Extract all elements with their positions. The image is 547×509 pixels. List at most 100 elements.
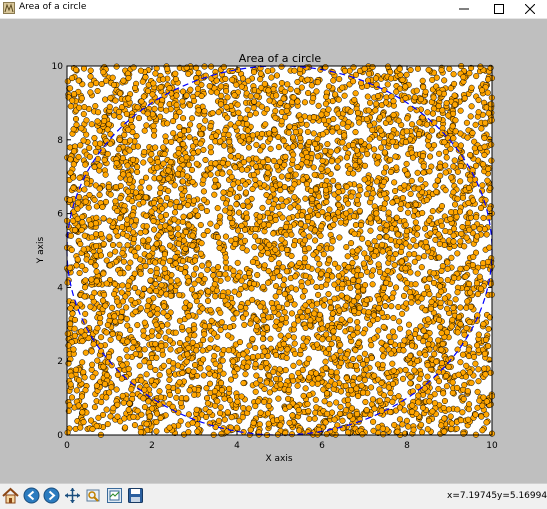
- scatter-point: [127, 327, 134, 334]
- scatter-point: [365, 309, 372, 316]
- scatter-point: [69, 310, 76, 317]
- scatter-point: [468, 379, 475, 386]
- scatter-point: [260, 283, 267, 290]
- scatter-point: [155, 232, 162, 239]
- scatter-point: [96, 185, 103, 192]
- scatter-point: [483, 231, 490, 238]
- scatter-point: [148, 151, 155, 158]
- close-button[interactable]: [513, 0, 547, 18]
- scatter-point: [132, 217, 140, 224]
- scatter-point: [143, 223, 150, 230]
- scatter-point: [280, 340, 287, 348]
- scatter-point: [205, 288, 212, 295]
- scatter-point: [325, 291, 332, 298]
- scatter-point: [319, 157, 326, 164]
- scatter-point: [424, 284, 431, 291]
- scatter-point: [450, 232, 457, 239]
- scatter-point: [478, 87, 486, 94]
- scatter-point: [152, 280, 159, 288]
- scatter-point: [328, 340, 335, 348]
- scatter-point: [409, 402, 416, 409]
- scatter-point: [390, 314, 397, 322]
- scatter-point: [153, 428, 160, 435]
- scatter-point: [391, 421, 398, 429]
- scatter-point: [407, 380, 414, 387]
- scatter-point: [352, 129, 359, 136]
- scatter-point: [66, 196, 74, 204]
- scatter-point: [93, 80, 100, 87]
- scatter-point: [268, 205, 276, 212]
- scatter-point: [75, 153, 82, 160]
- scatter-point: [452, 128, 459, 135]
- scatter-point: [253, 323, 261, 330]
- scatter-point: [300, 392, 307, 399]
- scatter-point: [347, 317, 354, 324]
- scatter-point: [354, 109, 361, 116]
- scatter-point: [378, 144, 385, 151]
- scatter-point: [323, 93, 330, 100]
- scatter-point: [407, 334, 414, 341]
- scatter-point: [485, 110, 492, 117]
- scatter-point: [445, 406, 452, 413]
- scatter-point: [204, 400, 211, 407]
- scatter-point: [211, 352, 218, 359]
- scatter-point: [222, 254, 229, 261]
- scatter-point: [144, 243, 151, 250]
- scatter-point: [112, 248, 119, 255]
- scatter-point: [284, 81, 291, 88]
- scatter-point: [256, 421, 263, 428]
- scatter-point: [70, 174, 77, 181]
- scatter-point: [485, 342, 492, 350]
- scatter-point: [412, 201, 419, 208]
- scatter-point: [295, 406, 302, 414]
- scatter-point: [474, 388, 481, 395]
- scatter-point: [288, 310, 295, 317]
- scatter-point: [165, 368, 172, 375]
- scatter-point: [352, 90, 359, 97]
- scatter-point: [303, 159, 310, 166]
- scatter-point: [157, 198, 164, 205]
- scatter-point: [485, 76, 492, 83]
- scatter-point: [98, 80, 105, 88]
- scatter-point: [283, 246, 291, 253]
- scatter-point: [469, 197, 477, 204]
- scatter-point: [156, 275, 163, 282]
- scatter-point: [454, 289, 461, 296]
- scatter-point: [241, 237, 249, 244]
- figure-canvas[interactable]: Area of a circle 0 2 4 6 8 10 0 2 4 6 8 10 X axis Y…: [0, 19, 547, 483]
- scatter-point: [330, 354, 337, 361]
- scatter-point: [378, 241, 386, 248]
- scatter-point: [483, 398, 490, 405]
- maximize-button[interactable]: [482, 0, 516, 18]
- scatter-point: [252, 388, 259, 395]
- scatter-point: [366, 136, 373, 143]
- scatter-plot[interactable]: Area of a circle 0 2 4 6 8 100246810 X axis Y…: [0, 19, 547, 483]
- scatter-point: [289, 156, 296, 163]
- scatter-point: [130, 413, 137, 420]
- scatter-point: [426, 133, 433, 140]
- scatter-point: [266, 241, 273, 248]
- scatter-point: [83, 117, 90, 124]
- scatter-point: [323, 331, 330, 338]
- scatter-point: [313, 88, 320, 95]
- minimize-button[interactable]: [447, 0, 481, 18]
- scatter-point: [88, 121, 95, 128]
- scatter-point: [399, 194, 406, 202]
- scatter-point: [267, 145, 274, 152]
- scatter-point: [323, 198, 330, 205]
- scatter-point: [76, 104, 83, 111]
- scatter-point: [98, 399, 105, 406]
- scatter-point: [389, 255, 396, 262]
- scatter-point: [225, 347, 232, 354]
- scatter-point: [92, 231, 100, 238]
- scatter-point: [231, 288, 238, 295]
- scatter-point: [153, 354, 160, 361]
- scatter-point: [364, 93, 371, 100]
- scatter-point: [310, 130, 317, 137]
- scatter-point: [283, 231, 290, 238]
- scatter-point: [479, 427, 486, 434]
- scatter-point: [225, 160, 232, 167]
- scatter-point: [263, 106, 271, 113]
- scatter-point: [240, 380, 247, 387]
- scatter-point: [316, 203, 323, 210]
